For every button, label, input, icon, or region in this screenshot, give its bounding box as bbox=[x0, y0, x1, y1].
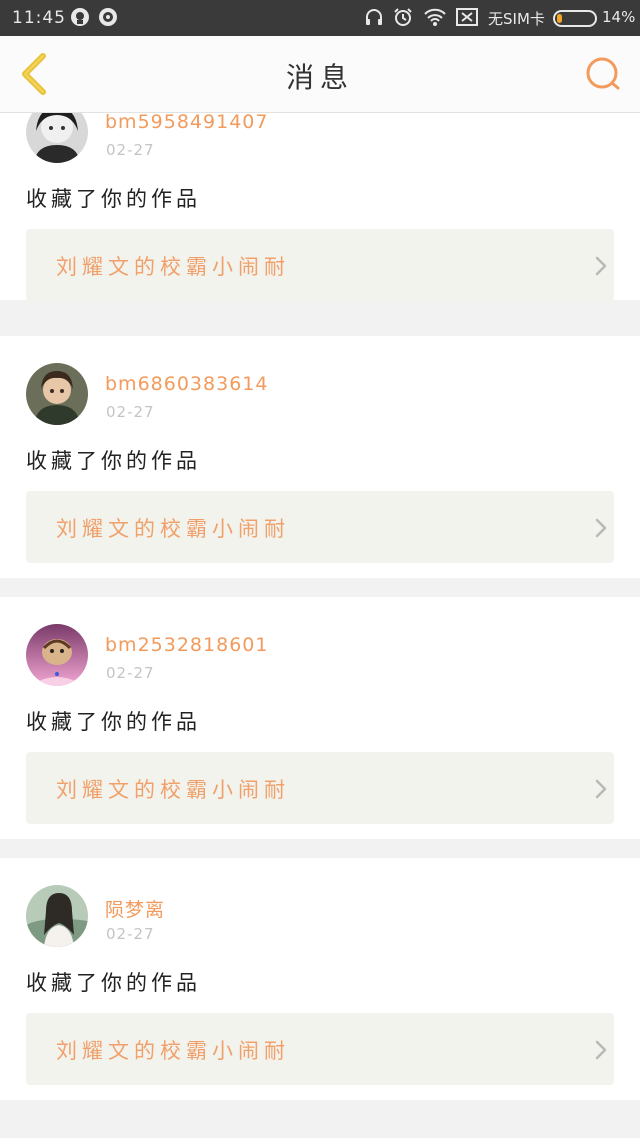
avatar[interactable] bbox=[26, 363, 88, 425]
page-title: 消息 bbox=[285, 61, 354, 94]
avatar[interactable] bbox=[26, 885, 88, 947]
app-icon-2 bbox=[98, 7, 118, 27]
message-card: bm5958491407 02-27 收藏了你的作品 刘耀文的校霸小闹耐 bbox=[0, 113, 640, 301]
message-card: bm6860383614 02-27 收藏了你的作品 刘耀文的校霸小闹耐 bbox=[0, 336, 640, 578]
username[interactable]: bm5958491407 bbox=[105, 113, 268, 133]
no-sim-icon bbox=[456, 7, 478, 27]
message-list: bm5958491407 02-27 收藏了你的作品 刘耀文的校霸小闹耐 bm6… bbox=[0, 113, 640, 1138]
avatar[interactable] bbox=[26, 624, 88, 686]
message-card: bm2532818601 02-27 收藏了你的作品 刘耀文的校霸小闹耐 bbox=[0, 597, 640, 839]
action-text: 收藏了你的作品 bbox=[26, 710, 201, 734]
action-text: 收藏了你的作品 bbox=[26, 971, 201, 995]
username[interactable]: 陨梦离 bbox=[105, 895, 165, 922]
app-icon-1 bbox=[70, 7, 90, 27]
headphone-icon bbox=[364, 7, 384, 27]
work-title: 刘耀文的校霸小闹耐 bbox=[56, 1039, 290, 1063]
chevron-right-icon bbox=[594, 256, 608, 276]
status-bar: 11:45 无SIM卡 14% bbox=[0, 0, 640, 36]
message-date: 02-27 bbox=[106, 664, 155, 682]
work-link[interactable]: 刘耀文的校霸小闹耐 bbox=[26, 229, 614, 301]
battery-percent: 14% bbox=[602, 8, 636, 26]
battery-icon bbox=[553, 10, 597, 27]
message-date: 02-27 bbox=[106, 925, 155, 943]
message-card: 陨梦离 02-27 收藏了你的作品 刘耀文的校霸小闹耐 bbox=[0, 858, 640, 1100]
chevron-right-icon bbox=[594, 779, 608, 799]
action-text: 收藏了你的作品 bbox=[26, 449, 201, 473]
alarm-icon bbox=[393, 7, 413, 27]
work-link[interactable]: 刘耀文的校霸小闹耐 bbox=[26, 1013, 614, 1085]
work-title: 刘耀文的校霸小闹耐 bbox=[56, 778, 290, 802]
work-link[interactable]: 刘耀文的校霸小闹耐 bbox=[26, 752, 614, 824]
avatar[interactable] bbox=[26, 113, 88, 163]
search-icon[interactable] bbox=[585, 56, 621, 92]
action-text: 收藏了你的作品 bbox=[26, 187, 201, 211]
message-date: 02-27 bbox=[106, 141, 155, 159]
username[interactable]: bm2532818601 bbox=[105, 634, 268, 656]
navigation-bar: 消息 bbox=[0, 36, 640, 113]
battery-fill bbox=[557, 14, 562, 23]
work-link[interactable]: 刘耀文的校霸小闹耐 bbox=[26, 491, 614, 563]
status-time: 11:45 bbox=[12, 8, 66, 28]
chevron-right-icon bbox=[594, 1040, 608, 1060]
chevron-right-icon bbox=[594, 518, 608, 538]
work-title: 刘耀文的校霸小闹耐 bbox=[56, 255, 290, 279]
username[interactable]: bm6860383614 bbox=[105, 373, 268, 395]
wifi-icon bbox=[423, 7, 447, 27]
sim-status: 无SIM卡 bbox=[488, 10, 545, 28]
work-title: 刘耀文的校霸小闹耐 bbox=[56, 517, 290, 541]
message-date: 02-27 bbox=[106, 403, 155, 421]
